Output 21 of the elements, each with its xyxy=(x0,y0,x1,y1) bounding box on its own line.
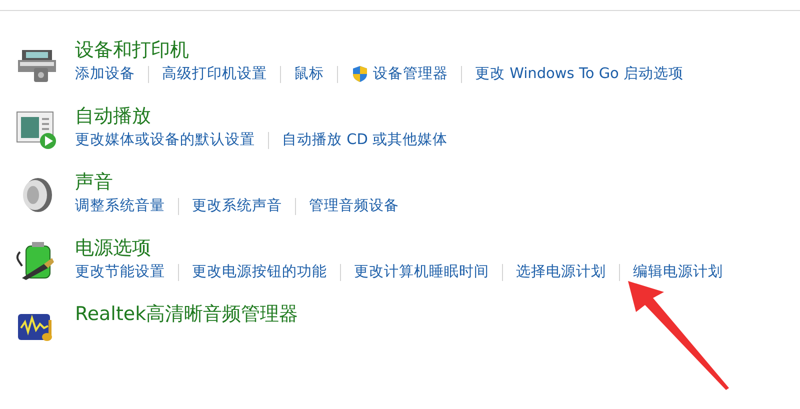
task-link[interactable]: 添加设备 xyxy=(75,64,135,84)
task-link[interactable]: 管理音频设备 xyxy=(309,196,399,216)
task-link[interactable]: 高级打印机设置 xyxy=(162,64,267,84)
category-link[interactable]: Realtek高清晰音频管理器 xyxy=(75,302,298,326)
category-link[interactable]: 自动播放 xyxy=(75,104,151,128)
category-link[interactable]: 电源选项 xyxy=(75,236,151,260)
task-link[interactable]: 更改系统声音 xyxy=(192,196,282,216)
category-link[interactable]: 声音 xyxy=(75,170,113,194)
task-link[interactable]: 更改节能设置 xyxy=(75,262,165,282)
task-link[interactable]: 编辑电源计划 xyxy=(633,262,723,282)
task-link[interactable]: 调整系统音量 xyxy=(75,196,165,216)
task-link[interactable]: 更改计算机睡眠时间 xyxy=(354,262,489,282)
task-link[interactable]: 设备管理器 xyxy=(351,64,448,84)
task-link[interactable]: 自动播放 CD 或其他媒体 xyxy=(282,130,448,150)
shield-icon xyxy=(351,65,369,83)
category-link[interactable]: 设备和打印机 xyxy=(75,38,189,62)
task-link[interactable]: 更改 Windows To Go 启动选项 xyxy=(475,64,684,84)
task-link[interactable]: 更改媒体或设备的默认设置 xyxy=(75,130,255,150)
task-link[interactable]: 选择电源计划 xyxy=(516,262,606,282)
task-link[interactable]: 鼠标 xyxy=(294,64,324,84)
task-link[interactable]: 更改电源按钮的功能 xyxy=(192,262,327,282)
